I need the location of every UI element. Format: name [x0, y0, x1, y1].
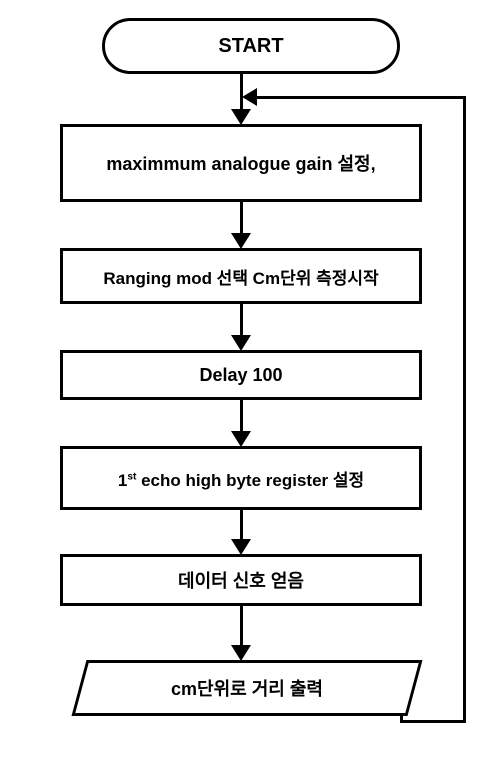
flowchart-canvas: START maximmum analogue gain 설정, Ranging… — [0, 0, 504, 765]
node-step4: 1st echo high byte register 설정 — [60, 446, 422, 510]
node-step1: maximmum analogue gain 설정, — [60, 124, 422, 202]
arrowhead — [231, 431, 251, 447]
arrowhead — [231, 335, 251, 351]
edge-loop — [254, 96, 466, 99]
arrowhead — [231, 109, 251, 125]
edge-loop — [463, 98, 466, 723]
edge-step5-output — [240, 606, 243, 646]
edge-loop — [400, 720, 466, 723]
arrowhead — [231, 539, 251, 555]
arrowhead — [231, 645, 251, 661]
node-output: cm단위로 거리 출력 — [74, 660, 419, 716]
arrowhead — [242, 88, 257, 106]
node-start: START — [102, 18, 400, 74]
node-step2: Ranging mod 선택 Cm단위 측정시작 — [60, 248, 422, 304]
arrowhead — [231, 233, 251, 249]
edge-step1-step2 — [240, 202, 243, 234]
node-step5: 데이터 신호 얻음 — [60, 554, 422, 606]
edge-step2-step3 — [240, 304, 243, 336]
node-step3: Delay 100 — [60, 350, 422, 400]
edge-step4-step5 — [240, 510, 243, 540]
edge-step3-step4 — [240, 400, 243, 432]
